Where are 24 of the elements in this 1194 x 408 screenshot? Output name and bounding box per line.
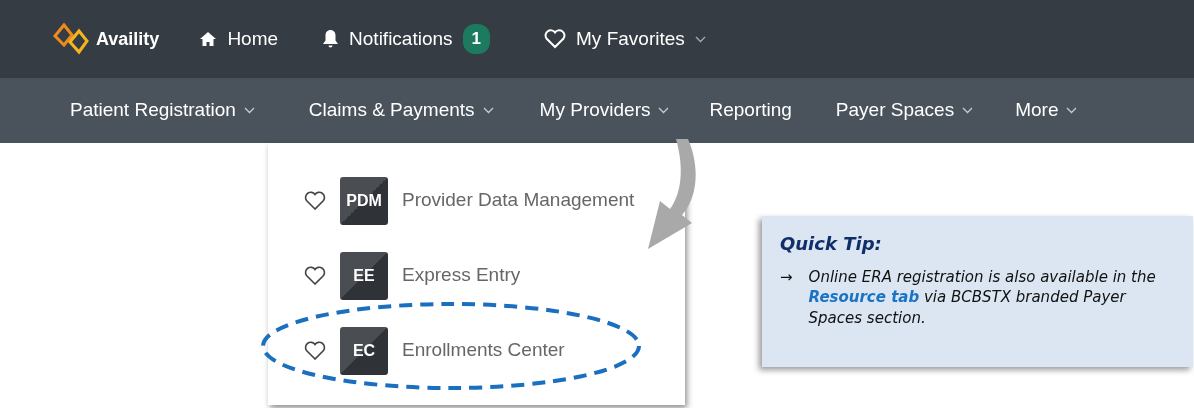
nav-menu-item[interactable]: Patient Registration — [70, 96, 255, 125]
nav-menu-item[interactable]: More — [1015, 96, 1078, 125]
nav-menu-item[interactable]: Claims & Payments — [308, 96, 494, 125]
bullet-arrow: → — [780, 267, 793, 288]
count-badge: 1 — [462, 24, 491, 54]
app-badge: PDM — [340, 176, 388, 225]
nav-menu-item[interactable]: My Providers — [539, 96, 670, 125]
menu-item[interactable]: EC Enrollments Center — [268, 313, 569, 388]
nav-menu-item[interactable]: Reporting — [709, 96, 792, 125]
nav-menu-item[interactable]: Payer Spaces — [835, 96, 974, 125]
app-badge: EE — [340, 251, 388, 300]
heart-icon — [544, 29, 567, 49]
logo-text: Availity — [96, 27, 160, 51]
tip-text: Online ERA registration is also available in the Resource tab via BCBSTX branded Payer Spaces section. — [808, 267, 1157, 328]
tip-title: Quick Tip: — [780, 232, 883, 256]
app-badge: EC — [340, 326, 388, 375]
home-icon — [199, 31, 218, 47]
bell-icon — [322, 29, 340, 49]
menu-item[interactable]: EE Express Entry — [268, 238, 525, 313]
top-nav-link[interactable]: My Favorites — [544, 24, 706, 54]
menu-item[interactable]: PDM Provider Data Management — [268, 163, 639, 238]
top-nav-link[interactable]: Home — [199, 24, 279, 54]
top-nav-link[interactable]: Notifications 1 — [322, 24, 491, 54]
logo-icon — [52, 22, 92, 56]
